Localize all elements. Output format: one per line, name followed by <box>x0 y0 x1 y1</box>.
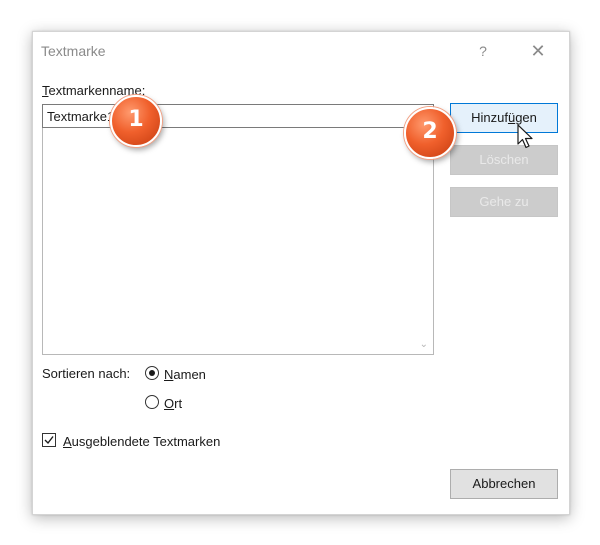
step-badge-1: 1 <box>110 95 162 147</box>
bookmark-dialog: Textmarke ? ✕ Textmarkenname: ⌄ Hinzufüg… <box>32 31 570 515</box>
sort-location-rest: rt <box>174 396 183 411</box>
step-badge-2: 2 <box>404 107 456 159</box>
sort-name-rest: amen <box>173 367 206 382</box>
hidden-bookmarks-accel: A <box>63 434 72 449</box>
sort-name-accel: N <box>164 367 174 382</box>
hidden-bookmarks-rest: usgeblendete Textmarken <box>71 434 221 449</box>
close-icon[interactable]: ✕ <box>527 40 549 62</box>
cancel-button[interactable]: Abbrechen <box>450 469 558 499</box>
mouse-cursor-icon <box>517 124 533 149</box>
sort-location-accel: O <box>164 396 175 411</box>
dialog-title: Textmarke <box>41 43 106 59</box>
hidden-bookmarks-checkbox[interactable] <box>42 433 56 447</box>
checkmark-icon <box>44 436 54 445</box>
goto-button[interactable]: Gehe zu <box>450 187 558 217</box>
help-icon[interactable]: ? <box>473 41 493 61</box>
sort-by-name-label: Namen <box>164 367 206 382</box>
hidden-bookmarks-label: Ausgeblendete Textmarken <box>63 434 220 449</box>
add-button[interactable]: Hinzufügen <box>450 103 558 133</box>
delete-button[interactable]: Löschen <box>450 145 558 175</box>
add-button-post: gen <box>515 110 537 125</box>
sort-by-name-radio[interactable] <box>145 366 159 380</box>
sort-by-location-radio[interactable] <box>145 395 159 409</box>
add-button-pre: Hinzuf <box>471 110 508 125</box>
list-scroll-down-icon[interactable]: ⌄ <box>420 339 428 350</box>
bookmark-name-input[interactable] <box>42 104 434 128</box>
sort-label: Sortieren nach: <box>42 366 131 381</box>
bookmark-list[interactable]: ⌄ <box>42 128 434 355</box>
sort-by-location-label: Ort <box>164 396 182 411</box>
